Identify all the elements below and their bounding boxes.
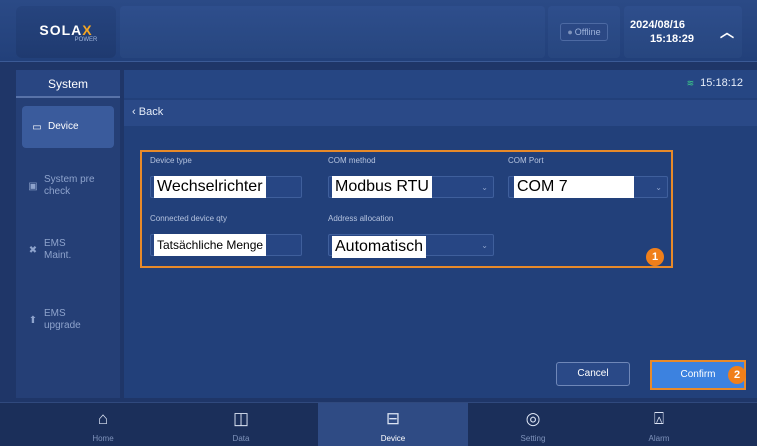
address-allocation-value: Automatisch — [332, 236, 427, 258]
sidebar-title: System — [16, 70, 120, 98]
main-panel: ≋ 15:18:12 ‹ Back Device type COM method … — [124, 70, 757, 398]
nav-label: Alarm — [648, 434, 670, 443]
com-port-label: COM Port — [508, 156, 544, 165]
header-center-panel — [120, 6, 545, 58]
status-dot-icon: ● — [567, 27, 573, 37]
chevron-up-icon[interactable]: ︿ — [720, 22, 734, 42]
nav-label: Data — [232, 434, 250, 443]
sidebar-item-device[interactable]: ▭ Device — [22, 106, 114, 148]
sidebar-item-label: Device — [48, 121, 79, 132]
address-allocation-label: Address allocation — [328, 214, 394, 223]
header-time: 15:18:29 — [650, 33, 695, 45]
sidebar: System ▭ Device ▣ System pre check ✖ EMS… — [16, 70, 120, 398]
alarm-icon: ⍓ — [653, 409, 665, 428]
chart-icon: ◫ — [232, 409, 250, 428]
app-window: SOLAX POWER ● Offline 2024/08/16 15:18:29… — [0, 0, 757, 446]
upload-icon: ⬆ — [28, 314, 38, 326]
nav-label: Home — [92, 434, 114, 443]
home-icon: ⌂ — [97, 409, 109, 428]
sidebar-item-label: System pre check — [44, 174, 95, 197]
sidebar-item-system-pre-check[interactable]: ▣ System pre check — [16, 158, 120, 214]
sidebar-item-ems-maint[interactable]: ✖ EMS Maint. — [16, 222, 120, 278]
com-port-value: COM 7 — [514, 176, 634, 198]
header-datetime[interactable]: 2024/08/16 15:18:29 ︿ — [624, 6, 742, 58]
qty-label: Connected device qty — [150, 214, 227, 223]
device-form: Device type COM method COM Port Wechselr… — [140, 150, 673, 268]
annotation-badge-2: 2 — [728, 366, 746, 384]
back-label: Back — [138, 106, 164, 118]
nav-home[interactable]: ⌂ Home — [28, 403, 178, 446]
sub-header-clock: ≋ 15:18:12 — [687, 77, 743, 89]
sidebar-item-label: EMS upgrade — [44, 308, 81, 331]
logo-subtext: POWER — [74, 36, 98, 43]
chevron-down-icon: ⌄ — [655, 183, 662, 192]
annotation-badge-1: 1 — [646, 248, 664, 266]
wrench-icon: ✖ — [28, 244, 38, 256]
nav-alarm[interactable]: ⍓ Alarm — [584, 403, 734, 446]
chevron-down-icon: ⌄ — [481, 241, 488, 250]
sidebar-item-ems-upgrade[interactable]: ⬆ EMS upgrade — [16, 292, 120, 348]
header-date: 2024/08/16 — [630, 19, 686, 31]
nav-device[interactable]: ⊟ Device — [318, 403, 468, 446]
bottom-nav: ⌂ Home ◫ Data ⊟ Device ◎ Setting ⍓ Alarm — [0, 402, 757, 446]
device-type-label: Device type — [150, 156, 192, 165]
signal-icon: ≋ — [686, 78, 695, 88]
sub-header-time: 15:18:12 — [700, 77, 743, 89]
top-header: SOLAX POWER ● Offline 2024/08/16 15:18:29… — [0, 0, 757, 62]
chevron-left-icon: ‹ — [132, 106, 139, 118]
back-bar: ‹ Back — [124, 100, 757, 126]
checklist-icon: ▣ — [28, 180, 38, 192]
back-button[interactable]: ‹ Back — [132, 106, 163, 118]
com-method-label: COM method — [328, 156, 376, 165]
logo-text: SOLAX — [39, 21, 93, 38]
device-type-value: Wechselrichter — [154, 176, 266, 198]
brand-logo: SOLAX POWER — [16, 6, 116, 58]
monitor-icon: ▭ — [32, 121, 42, 133]
connection-status-badge: ● Offline — [560, 23, 608, 41]
com-method-value: Modbus RTU — [332, 176, 432, 198]
connection-status-label: Offline — [574, 27, 601, 37]
nav-label: Device — [380, 434, 406, 443]
cancel-button[interactable]: Cancel — [556, 362, 630, 386]
qty-value: Tatsächliche Menge — [154, 234, 267, 256]
header-status-panel: ● Offline — [548, 6, 620, 58]
nav-data[interactable]: ◫ Data — [166, 403, 316, 446]
sub-header: ≋ 15:18:12 — [124, 70, 757, 98]
device-icon: ⊟ — [385, 409, 401, 428]
chevron-down-icon: ⌄ — [481, 183, 488, 192]
sidebar-item-label: EMS Maint. — [44, 238, 72, 261]
